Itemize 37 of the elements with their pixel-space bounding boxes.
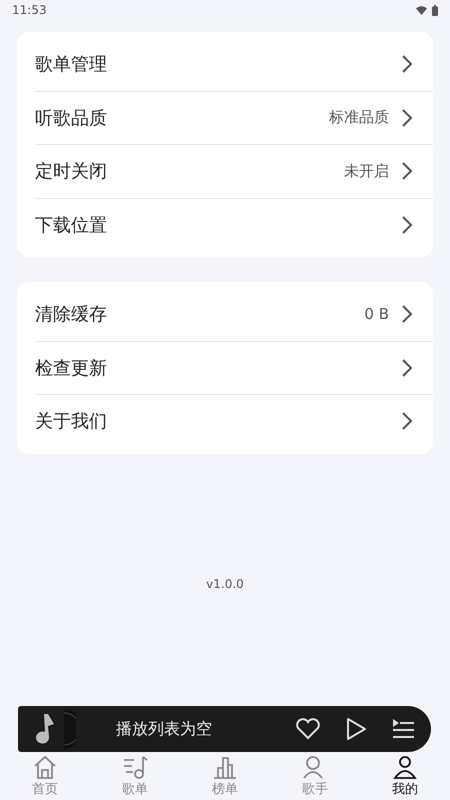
row-label: 检查更新: [35, 356, 108, 380]
settings-row[interactable]: 定时关闭 未开启: [35, 145, 433, 198]
status-time: 11:53: [12, 3, 47, 17]
row-label: 听歌品质: [35, 106, 108, 130]
row-label: 清除缓存: [35, 303, 108, 326]
row-value: 0 B: [364, 305, 389, 324]
bar-chart-icon: [212, 754, 238, 780]
row-value: 未开启: [344, 162, 389, 181]
music-list-icon: [122, 754, 148, 780]
chevron-right-icon: [401, 411, 413, 432]
settings-row[interactable]: 清除缓存 0 B: [35, 288, 433, 342]
user-icon: [392, 754, 418, 780]
wifi-icon: [416, 6, 427, 14]
settings-row[interactable]: 关于我们: [35, 395, 433, 448]
chevron-right-icon: [401, 161, 413, 182]
row-value: 标准品质: [329, 108, 389, 128]
play-icon[interactable]: [345, 717, 367, 741]
chevron-right-icon: [401, 304, 413, 324]
settings-row[interactable]: 下载位置: [35, 198, 433, 251]
chevron-right-icon: [401, 54, 413, 74]
nav-tab[interactable]: 我的: [360, 752, 450, 800]
settings-row[interactable]: 检查更新: [35, 342, 433, 395]
chevron-right-icon: [401, 358, 413, 378]
playlist-icon[interactable]: [391, 718, 415, 740]
chevron-right-icon: [401, 214, 413, 235]
row-label: 关于我们: [35, 410, 108, 434]
row-label: 下载位置: [35, 214, 108, 237]
home-icon: [32, 754, 58, 780]
row-label: 定时关闭: [35, 160, 108, 184]
version-text: v1.0.0: [205, 577, 245, 591]
now-playing-text: 播放列表为空: [116, 718, 213, 740]
settings-row[interactable]: 听歌品质 标准品质: [35, 92, 433, 145]
battery-icon: [432, 4, 438, 16]
row-label: 歌单管理: [35, 53, 108, 76]
heart-icon[interactable]: [295, 718, 321, 740]
chevron-right-icon: [401, 108, 413, 128]
settings-row[interactable]: 歌单管理: [35, 38, 433, 92]
